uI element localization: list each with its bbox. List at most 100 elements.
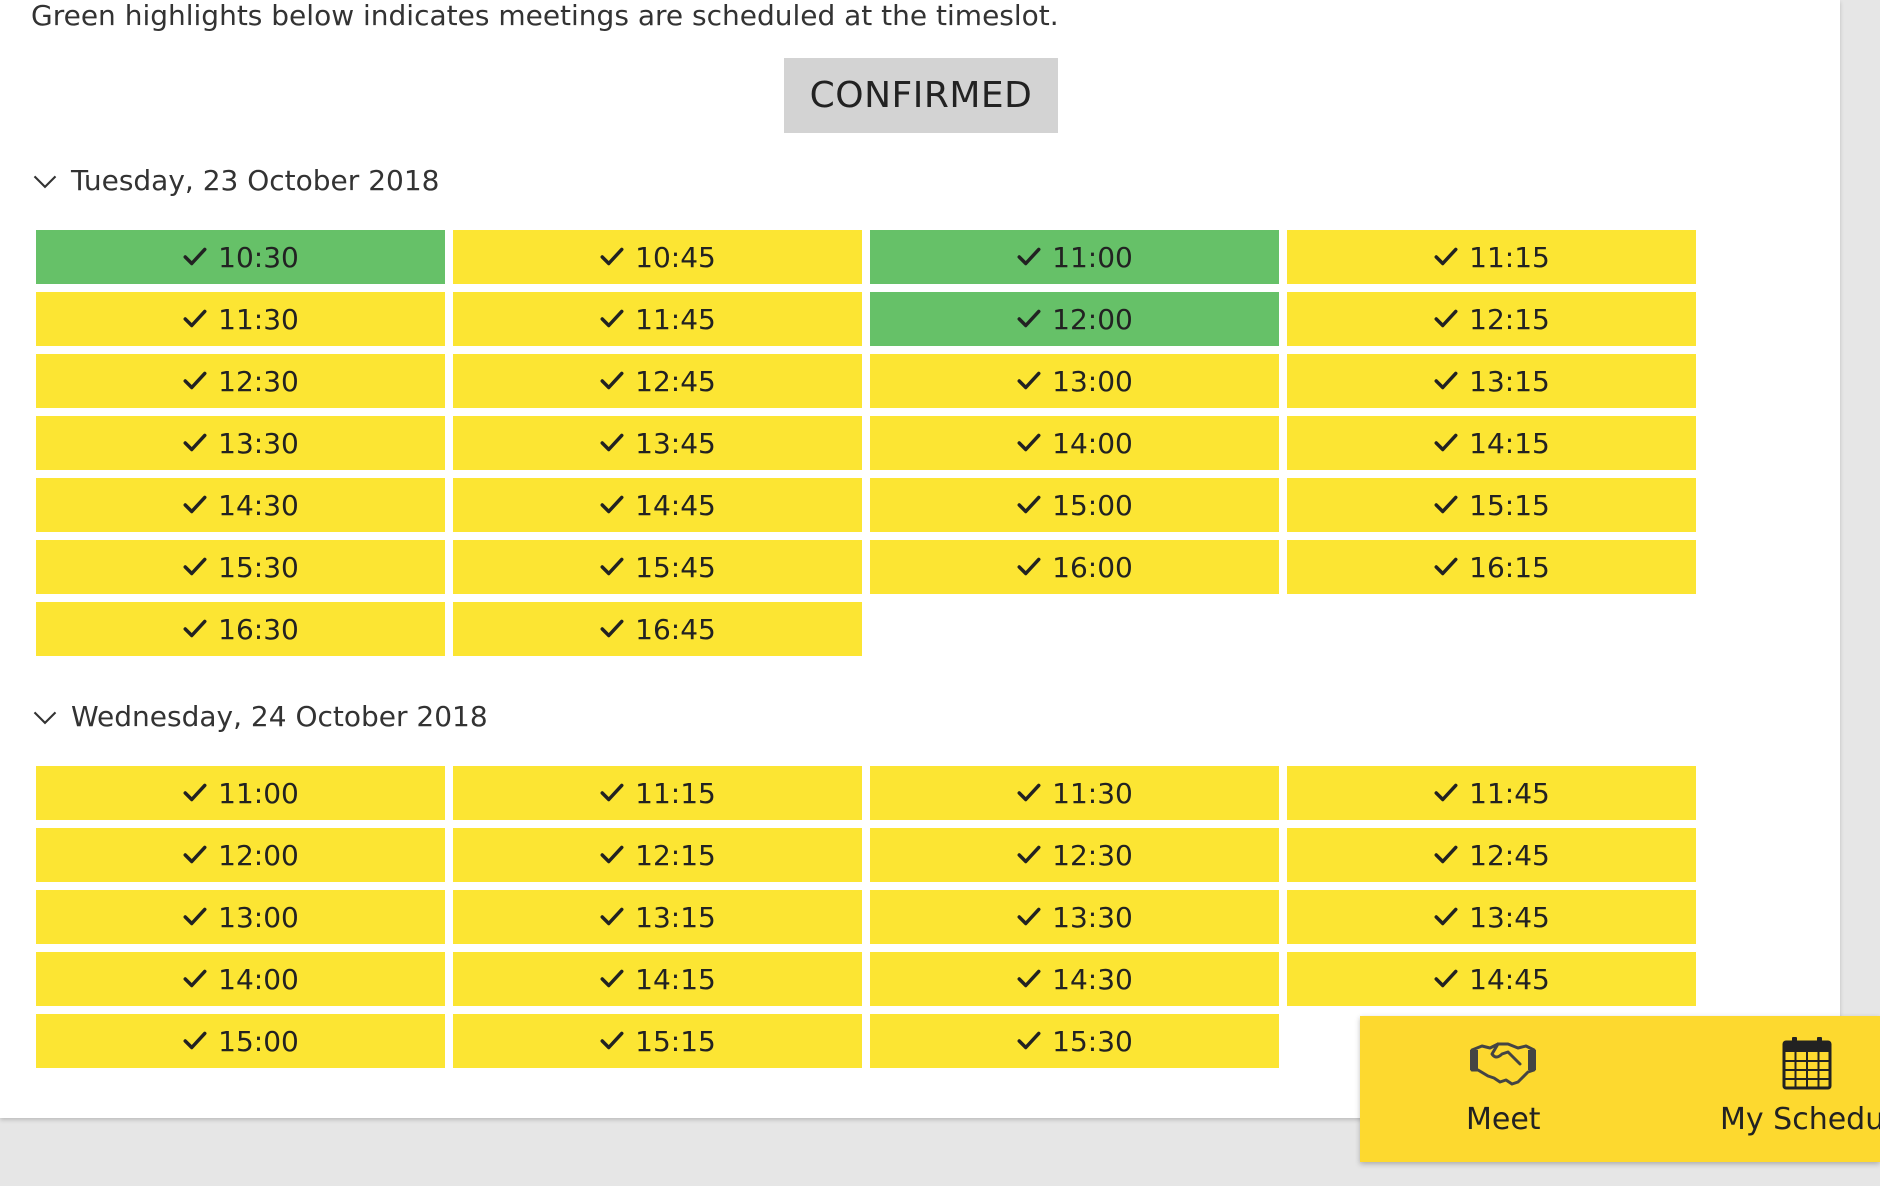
timeslot[interactable]: 14:15 xyxy=(1287,416,1696,470)
timeslot-time: 14:00 xyxy=(218,962,299,996)
timeslot[interactable]: 16:15 xyxy=(1287,540,1696,594)
timeslot[interactable]: 12:30 xyxy=(36,354,445,408)
check-icon xyxy=(600,433,624,452)
timeslot[interactable]: 10:30 xyxy=(36,230,445,284)
timeslot-time: 12:15 xyxy=(1469,302,1550,336)
timeslot-time: 13:45 xyxy=(635,426,716,460)
timeslot[interactable]: 14:30 xyxy=(36,478,445,532)
timeslot[interactable]: 15:30 xyxy=(36,540,445,594)
timeslot-time: 14:45 xyxy=(1469,962,1550,996)
timeslot[interactable]: 14:15 xyxy=(453,952,862,1006)
timeslot[interactable]: 10:45 xyxy=(453,230,862,284)
timeslot-grid-tuesday: 10:30 10:45 11:00 11:15 11:30 11:45 12:00 12:15… xyxy=(36,230,1698,656)
timeslot-time: 13:00 xyxy=(218,900,299,934)
timeslot[interactable]: 13:30 xyxy=(870,890,1279,944)
day-header-tuesday[interactable]: Tuesday, 23 October 2018 xyxy=(31,164,439,197)
timeslot-time: 14:00 xyxy=(1052,426,1133,460)
timeslot[interactable]: 14:00 xyxy=(36,952,445,1006)
timeslot[interactable]: 11:45 xyxy=(1287,766,1696,820)
timeslot[interactable]: 14:00 xyxy=(870,416,1279,470)
timeslot-time: 15:00 xyxy=(218,1024,299,1058)
timeslot[interactable]: 11:45 xyxy=(453,292,862,346)
timeslot[interactable]: 11:30 xyxy=(870,766,1279,820)
timeslot[interactable]: 12:00 xyxy=(36,828,445,882)
check-icon xyxy=(183,495,207,514)
timeslot-time: 14:15 xyxy=(1469,426,1550,460)
timeslot-time: 13:30 xyxy=(218,426,299,460)
timeslot[interactable]: 12:30 xyxy=(870,828,1279,882)
timeslot[interactable]: 11:15 xyxy=(1287,230,1696,284)
hint-text: Green highlights below indicates meeting… xyxy=(31,0,1059,32)
timeslot[interactable]: 13:45 xyxy=(453,416,862,470)
timeslot-time: 11:15 xyxy=(635,776,716,810)
day-label: Wednesday, 24 October 2018 xyxy=(71,700,488,733)
check-icon xyxy=(1017,371,1041,390)
day-header-wednesday[interactable]: Wednesday, 24 October 2018 xyxy=(31,700,488,733)
timeslot[interactable]: 11:15 xyxy=(453,766,862,820)
timeslot[interactable]: 15:15 xyxy=(1287,478,1696,532)
timeslot[interactable]: 11:00 xyxy=(36,766,445,820)
check-icon xyxy=(600,619,624,638)
check-icon xyxy=(1017,845,1041,864)
check-icon xyxy=(183,969,207,988)
check-icon xyxy=(1017,907,1041,926)
timeslot[interactable]: 11:30 xyxy=(36,292,445,346)
timeslot[interactable]: 12:45 xyxy=(1287,828,1696,882)
check-icon xyxy=(1017,1031,1041,1050)
timeslot[interactable]: 13:00 xyxy=(36,890,445,944)
nav-meet[interactable]: Meet xyxy=(1466,1036,1541,1137)
timeslot-time: 13:15 xyxy=(635,900,716,934)
timeslot[interactable]: 15:00 xyxy=(870,478,1279,532)
schedule-card: Green highlights below indicates meeting… xyxy=(0,0,1840,1118)
timeslot[interactable]: 15:00 xyxy=(36,1014,445,1068)
nav-my-schedule[interactable]: My Schedul xyxy=(1720,1036,1880,1137)
check-icon xyxy=(600,247,624,266)
timeslot-time: 11:15 xyxy=(1469,240,1550,274)
timeslot[interactable]: 15:30 xyxy=(870,1014,1279,1068)
timeslot-time: 16:15 xyxy=(1469,550,1550,584)
timeslot[interactable]: 13:00 xyxy=(870,354,1279,408)
timeslot[interactable]: 13:30 xyxy=(36,416,445,470)
timeslot[interactable]: 12:15 xyxy=(1287,292,1696,346)
timeslot-time: 11:30 xyxy=(1052,776,1133,810)
timeslot-time: 11:45 xyxy=(1469,776,1550,810)
timeslot-time: 14:15 xyxy=(635,962,716,996)
timeslot-time: 15:30 xyxy=(1052,1024,1133,1058)
timeslot[interactable]: 11:00 xyxy=(870,230,1279,284)
check-icon xyxy=(600,907,624,926)
timeslot[interactable]: 16:45 xyxy=(453,602,862,656)
timeslot-time: 12:30 xyxy=(1052,838,1133,872)
check-icon xyxy=(183,309,207,328)
timeslot[interactable]: 12:45 xyxy=(453,354,862,408)
timeslot[interactable]: 14:45 xyxy=(453,478,862,532)
timeslot-time: 10:45 xyxy=(635,240,716,274)
timeslot[interactable]: 13:15 xyxy=(1287,354,1696,408)
calendar-icon xyxy=(1782,1037,1832,1090)
timeslot[interactable]: 14:30 xyxy=(870,952,1279,1006)
timeslot[interactable]: 16:30 xyxy=(36,602,445,656)
check-icon xyxy=(600,371,624,390)
confirmed-button[interactable]: CONFIRMED xyxy=(784,58,1058,133)
timeslot-time: 12:00 xyxy=(1052,302,1133,336)
timeslot-time: 13:00 xyxy=(1052,364,1133,398)
timeslot[interactable]: 14:45 xyxy=(1287,952,1696,1006)
check-icon xyxy=(183,1031,207,1050)
timeslot[interactable]: 13:45 xyxy=(1287,890,1696,944)
timeslot-time: 16:30 xyxy=(218,612,299,646)
timeslot[interactable]: 16:00 xyxy=(870,540,1279,594)
check-icon xyxy=(183,557,207,576)
timeslot[interactable]: 15:15 xyxy=(453,1014,862,1068)
check-icon xyxy=(183,907,207,926)
timeslot[interactable]: 15:45 xyxy=(453,540,862,594)
timeslot[interactable]: 12:00 xyxy=(870,292,1279,346)
timeslot-time: 15:45 xyxy=(635,550,716,584)
timeslot[interactable]: 13:15 xyxy=(453,890,862,944)
check-icon xyxy=(183,619,207,638)
timeslot-time: 13:30 xyxy=(1052,900,1133,934)
timeslot-time: 11:30 xyxy=(218,302,299,336)
check-icon xyxy=(1434,309,1458,328)
check-icon xyxy=(1017,783,1041,802)
timeslot[interactable]: 12:15 xyxy=(453,828,862,882)
timeslot-time: 12:45 xyxy=(1469,838,1550,872)
bottom-nav: Meet My Schedul xyxy=(1360,1016,1880,1162)
